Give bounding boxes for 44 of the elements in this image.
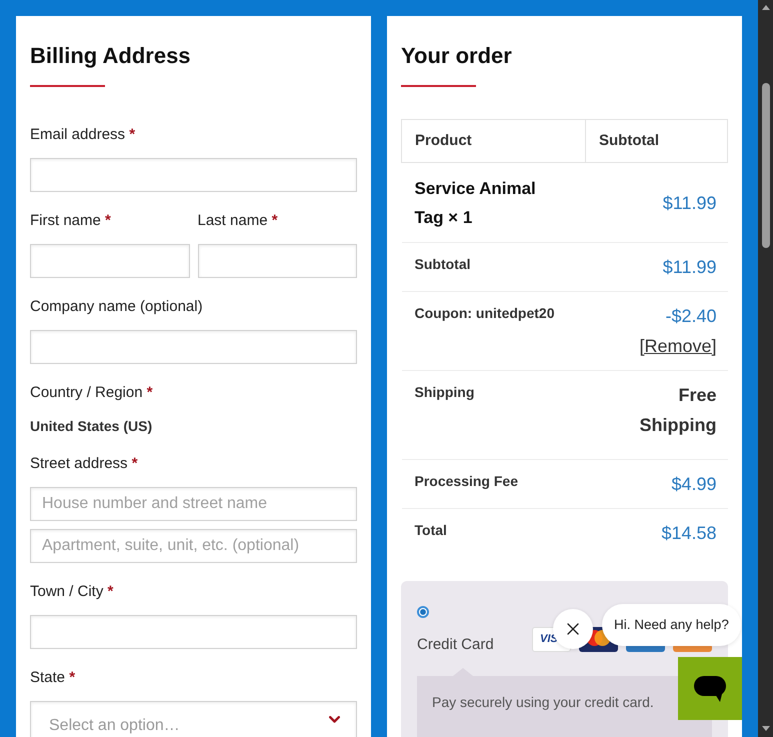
- section-title: Your order: [401, 42, 513, 70]
- price-text: $14.58: [660, 522, 716, 545]
- row-label: Shipping: [414, 383, 476, 402]
- price-text: $11.99: [662, 256, 716, 279]
- field-label: State *: [30, 668, 76, 688]
- field-label: Email address *: [30, 125, 136, 145]
- input-field[interactable]: [30, 158, 357, 192]
- scroll-up-arrow-icon[interactable]: [762, 5, 770, 10]
- input-field[interactable]: Apartment, suite, unit, etc. (optional): [30, 529, 357, 563]
- remove-coupon-link[interactable]: [Remove]: [639, 331, 716, 361]
- close-icon: [567, 623, 579, 635]
- field-value: United States (US): [30, 417, 154, 436]
- input-field[interactable]: [30, 330, 357, 364]
- input-field[interactable]: [30, 615, 357, 649]
- payment-description-text: Pay securely using your credit card.: [432, 693, 655, 712]
- field-label: Street address *: [30, 454, 139, 474]
- input-field[interactable]: [198, 244, 357, 278]
- column-header: Product: [402, 120, 586, 162]
- chevron-down-icon: [329, 716, 340, 723]
- section-title: Billing Address: [30, 42, 192, 70]
- payment-method-label: Credit Card: [417, 635, 494, 655]
- field-label: First name *: [30, 211, 112, 231]
- column-header: Subtotal: [586, 120, 728, 162]
- speech-bubble-icon: [693, 674, 727, 702]
- scrollbar-thumb[interactable]: [762, 83, 770, 248]
- row-label: Processing Fee: [414, 472, 519, 491]
- row-label: Coupon: unitedpet20: [414, 304, 556, 323]
- price-text: $11.99: [662, 192, 716, 215]
- input-field[interactable]: House number and street name: [30, 487, 357, 521]
- price-text: $4.99: [670, 473, 716, 496]
- product-name: Service Animal Tag × 1: [414, 178, 537, 229]
- field-label: Town / City *: [30, 582, 114, 602]
- row-label: Total: [414, 521, 448, 540]
- field-label: Company name (optional): [30, 297, 204, 317]
- price-text: -$2.40: [664, 305, 716, 328]
- scroll-down-arrow-icon[interactable]: [762, 726, 770, 731]
- input-field[interactable]: [30, 244, 190, 278]
- radio-button[interactable]: [417, 606, 429, 618]
- field-label: Last name *: [198, 211, 279, 231]
- shipping-value: Free Shipping: [638, 384, 716, 437]
- row-label: Subtotal: [414, 255, 472, 274]
- chat-button[interactable]: [678, 657, 742, 720]
- field-label: Country / Region *: [30, 383, 154, 403]
- chat-message-bubble: Hi. Need any help?: [602, 604, 741, 646]
